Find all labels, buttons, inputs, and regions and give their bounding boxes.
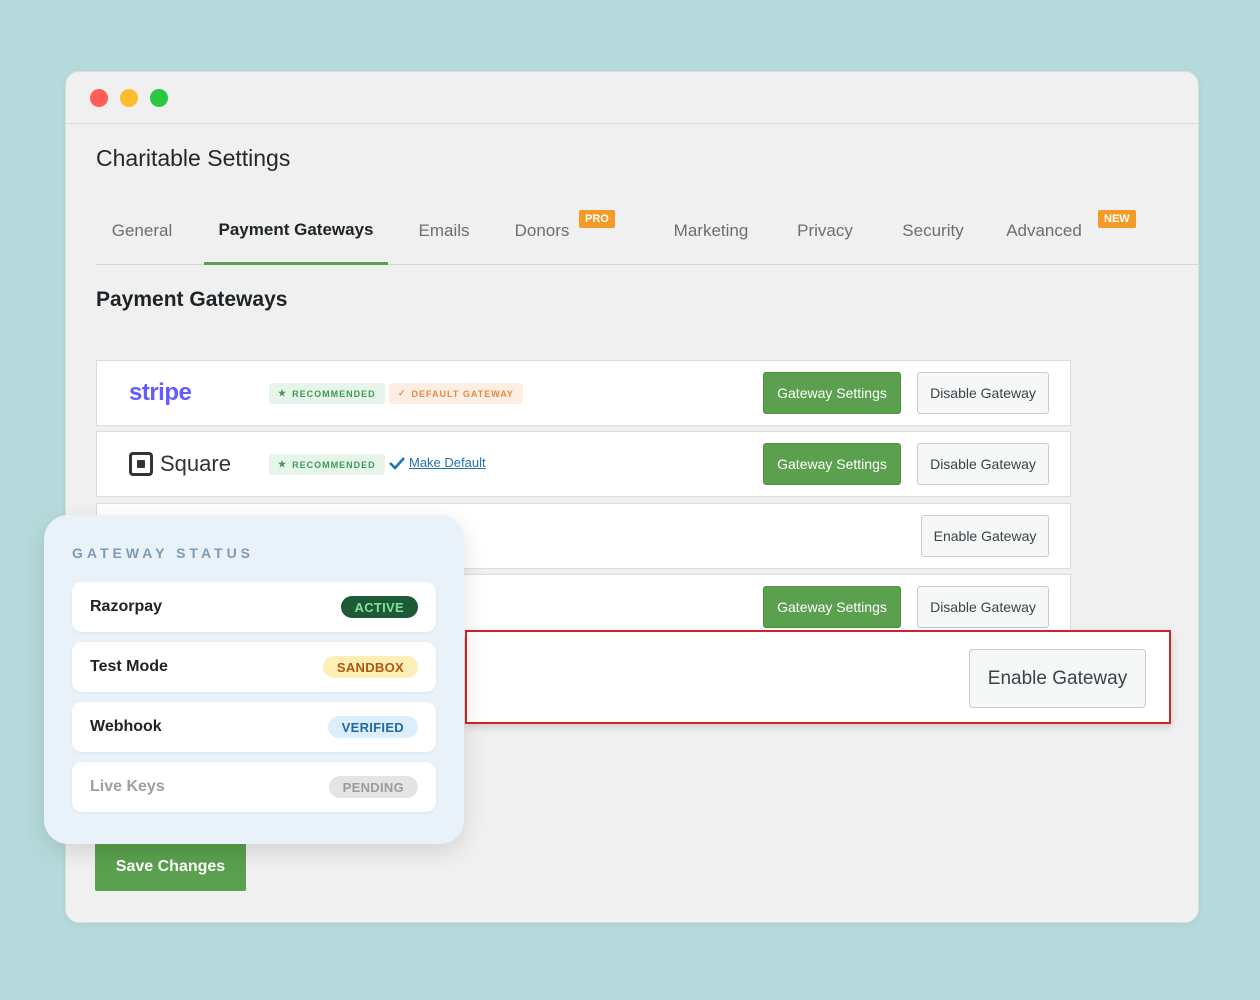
tab-label: Advanced (1006, 221, 1082, 240)
stripe-gateway-settings-button[interactable]: Gateway Settings (763, 372, 901, 414)
stripe-logo-text: stripe (129, 379, 192, 406)
recommended-pill: ★ RECOMMENDED (269, 383, 385, 404)
status-label: Live Keys (90, 778, 165, 795)
close-window-button[interactable] (90, 89, 108, 107)
status-badge: PENDING (328, 776, 418, 798)
new-badge: NEW (1098, 210, 1136, 228)
stripe-disable-gateway-button[interactable]: Disable Gateway (917, 372, 1049, 414)
make-default-link[interactable]: Make Default (389, 455, 486, 470)
maximize-window-button[interactable] (150, 89, 168, 107)
title-bar (66, 72, 1198, 124)
gateway-settings-button[interactable]: Gateway Settings (763, 586, 901, 628)
status-label: Test Mode (90, 658, 168, 675)
tab-label: Emails (418, 221, 470, 240)
tab-label: Donors (514, 221, 570, 240)
pill-label: RECOMMENDED (292, 388, 376, 399)
status-item-razorpay: Razorpay ACTIVE (72, 582, 436, 632)
square-icon (129, 452, 153, 476)
tab-marketing[interactable]: Marketing (658, 197, 764, 265)
status-heading: GATEWAY STATUS (72, 545, 255, 561)
tab-emails[interactable]: Emails (402, 197, 486, 265)
tab-security[interactable]: Security (888, 197, 978, 265)
save-changes-button[interactable]: Save Changes (95, 842, 246, 891)
minimize-window-button[interactable] (120, 89, 138, 107)
tab-label: Security (902, 221, 964, 240)
tab-advanced[interactable]: Advanced (996, 197, 1092, 265)
tab-general[interactable]: General (96, 197, 188, 265)
checkmark-icon (389, 456, 405, 470)
enable-gateway-button[interactable]: Enable Gateway (921, 515, 1049, 557)
status-label: Razorpay (90, 598, 163, 615)
make-default-label: Make Default (409, 455, 486, 470)
pill-label: RECOMMENDED (292, 459, 376, 470)
tab-donors[interactable]: Donors (500, 197, 584, 265)
square-logo: Square (129, 432, 231, 496)
square-logo-text: Square (160, 451, 231, 476)
star-icon: ★ (278, 459, 288, 469)
page-title: Charitable Settings (96, 145, 291, 171)
section-title: Payment Gateways (96, 288, 288, 311)
stripe-logo: stripe (129, 361, 192, 425)
gateway-row-stripe: stripe ★ RECOMMENDED ✓ DEFAULT GATEWAY G… (96, 360, 1071, 426)
tab-label: General (111, 221, 173, 240)
pill-label: DEFAULT GATEWAY (411, 388, 514, 399)
highlighted-enable-gateway-button[interactable]: Enable Gateway (969, 649, 1146, 708)
status-badge: ACTIVE (340, 596, 418, 618)
gateway-status-card: GATEWAY STATUS Razorpay ACTIVE Test Mode… (44, 515, 464, 844)
checkmark-icon: ✓ (398, 388, 407, 398)
tab-label: Privacy (797, 221, 853, 240)
default-gateway-pill: ✓ DEFAULT GATEWAY (389, 383, 523, 404)
status-item-test-mode: Test Mode SANDBOX (72, 642, 436, 692)
tab-payment-gateways[interactable]: Payment Gateways (204, 197, 388, 265)
highlighted-gateway-row: Enable Gateway (465, 630, 1171, 724)
square-gateway-settings-button[interactable]: Gateway Settings (763, 443, 901, 485)
status-badge: VERIFIED (327, 716, 418, 738)
status-item-live-keys: Live Keys PENDING (72, 762, 436, 812)
star-icon: ★ (278, 388, 288, 398)
status-item-webhook: Webhook VERIFIED (72, 702, 436, 752)
tab-label: Payment Gateways (218, 219, 374, 239)
tab-label: Marketing (673, 221, 749, 240)
square-disable-gateway-button[interactable]: Disable Gateway (917, 443, 1049, 485)
settings-tabs: General Payment Gateways Emails Donors P… (96, 197, 1198, 265)
tab-privacy[interactable]: Privacy (782, 197, 868, 265)
disable-gateway-button[interactable]: Disable Gateway (917, 586, 1049, 628)
gateway-row-square: Square ★ RECOMMENDED Make Default Gatewa… (96, 431, 1071, 497)
status-badge: SANDBOX (322, 656, 418, 678)
recommended-pill: ★ RECOMMENDED (269, 454, 385, 475)
pro-badge: PRO (579, 210, 615, 228)
status-label: Webhook (90, 718, 162, 735)
